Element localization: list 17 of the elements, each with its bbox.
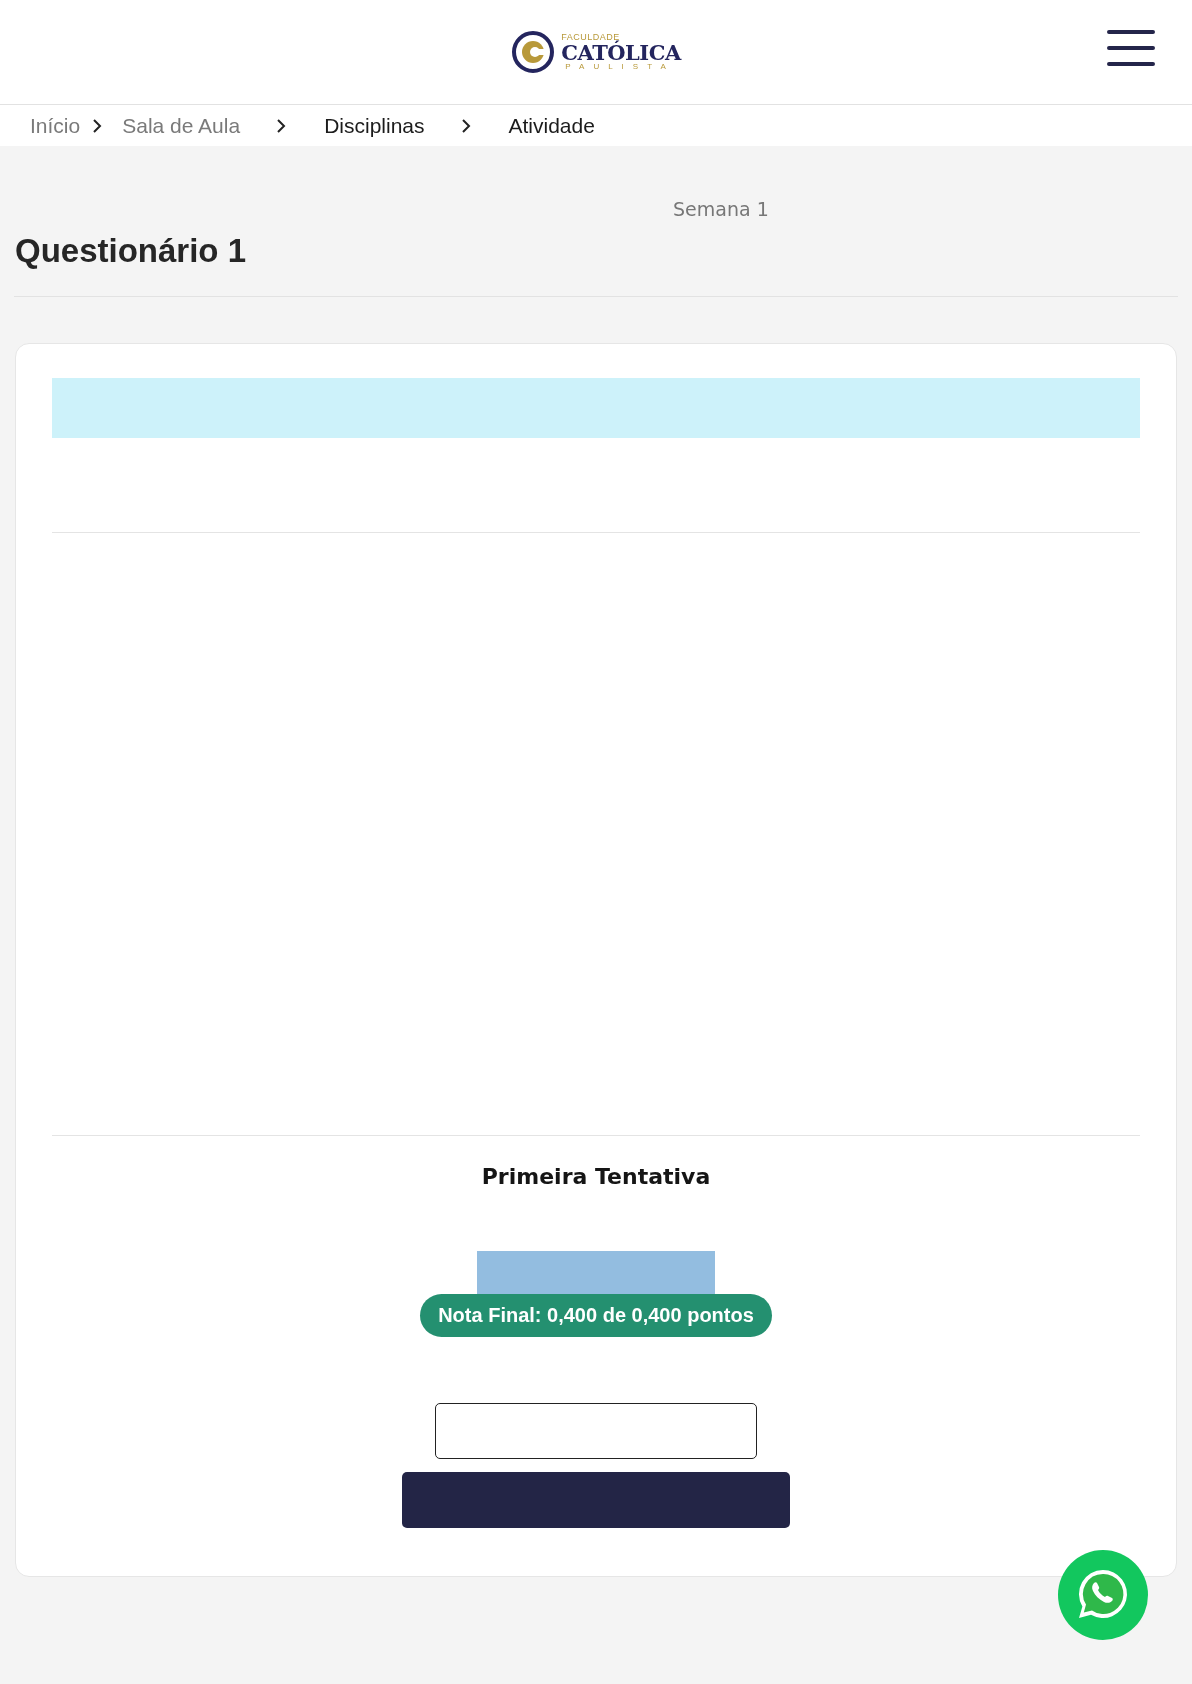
breadcrumb-link[interactable]: Início <box>30 113 81 138</box>
whatsapp-icon[interactable] <box>1058 1550 1148 1640</box>
breadcrumb-link[interactable]: Sala de Aula <box>122 113 241 138</box>
breadcrumb-link[interactable]: Disciplinas <box>324 113 425 138</box>
grade-badge: Nota Final: 0,400 de 0,400 pontos <box>420 1294 772 1337</box>
breadcrumb-link[interactable]: Atividade <box>508 113 595 138</box>
menu-button[interactable] <box>1106 28 1156 68</box>
input-field[interactable] <box>435 1403 757 1459</box>
chevron-right-icon <box>92 117 103 134</box>
attempt-title: Primeira Tentativa <box>481 1164 711 1189</box>
week-label: Semana 1 <box>673 198 770 220</box>
page-title: Questionário 1 <box>15 232 248 271</box>
chevron-right-icon <box>460 117 471 134</box>
chevron-right-icon <box>276 117 287 134</box>
logo-text: CATÓLICA <box>561 42 681 63</box>
logo-text: PAULISTA <box>564 63 675 71</box>
logo-icon <box>511 30 556 74</box>
